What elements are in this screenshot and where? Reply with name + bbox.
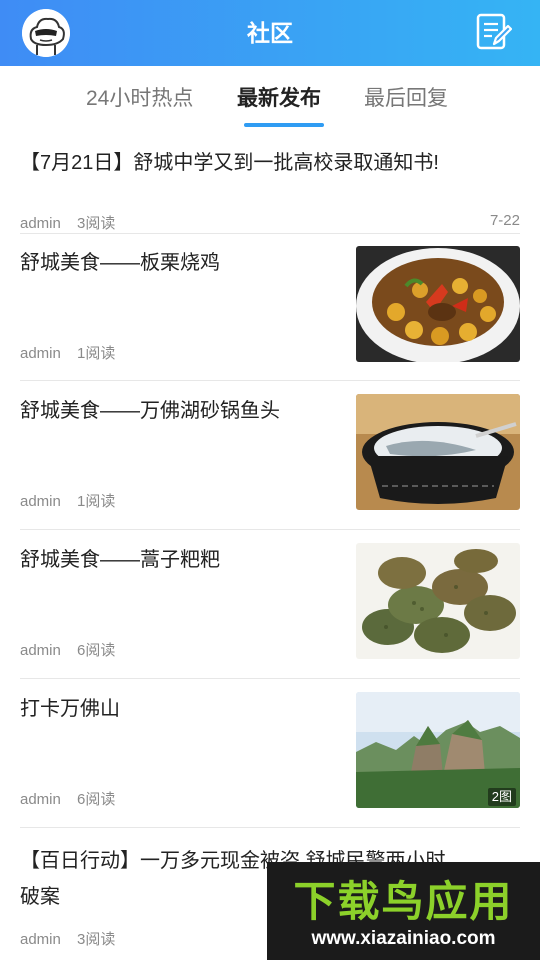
post-author: admin <box>20 791 61 808</box>
site-watermark: 下载鸟应用 www.xiazainiao.com <box>267 862 540 960</box>
tab-last-reply[interactable]: 最后回复 <box>364 84 448 114</box>
post-meta: admin 3阅读 <box>20 212 115 233</box>
post-read-count: 3阅读 <box>77 215 116 232</box>
post-thumbnail[interactable] <box>356 246 520 362</box>
post-thumbnail[interactable] <box>356 543 520 659</box>
post-date: 7-22 <box>489 212 520 229</box>
list-item[interactable]: 【7月21日】舒城中学又到一批高校录取通知书! admin 3阅读 7-22 <box>20 148 520 232</box>
watermark-url: www.xiazainiao.com <box>311 928 496 949</box>
image-count-badge: 2图 <box>487 788 516 806</box>
post-read-count: 6阅读 <box>77 642 116 659</box>
post-meta: admin 3阅读 <box>20 928 115 949</box>
post-author: admin <box>20 931 61 948</box>
post-meta: admin 1阅读 <box>20 342 115 363</box>
post-thumbnail[interactable]: 2图 <box>356 692 520 808</box>
post-title: 【7月21日】舒城中学又到一批高校录取通知书! <box>20 152 439 174</box>
divider <box>20 678 520 679</box>
list-item[interactable]: 舒城美食——蒿子粑粑 admin 6阅读 <box>20 543 520 659</box>
list-item[interactable]: 打卡万佛山 admin 6阅读 2图 <box>20 692 520 808</box>
braised-chicken-chestnut-photo <box>356 246 520 362</box>
page-title: 社区 <box>247 20 293 46</box>
tab-latest[interactable]: 最新发布 <box>237 84 321 114</box>
compose-button[interactable] <box>476 12 513 52</box>
divider <box>20 380 520 381</box>
post-author: admin <box>20 215 61 232</box>
post-thumbnail[interactable] <box>356 394 520 510</box>
active-tab-indicator <box>244 123 324 127</box>
post-meta: admin 1阅读 <box>20 490 115 511</box>
post-read-count: 6阅读 <box>77 791 116 808</box>
tab-bar: 24小时热点 最新发布 最后回复 <box>0 66 540 130</box>
post-meta: admin 6阅读 <box>20 788 115 809</box>
post-meta: admin 6阅读 <box>20 639 115 660</box>
watermark-text: 下载鸟应用 <box>293 878 514 925</box>
wormwood-cakes-photo <box>356 543 520 659</box>
post-read-count: 1阅读 <box>77 345 116 362</box>
fish-head-casserole-photo <box>356 394 520 510</box>
app-header: 社区 <box>0 0 540 66</box>
divider <box>20 233 520 234</box>
post-author: admin <box>20 493 61 510</box>
edit-note-icon <box>476 13 513 50</box>
post-read-count: 3阅读 <box>77 931 116 948</box>
tab-24h-hot[interactable]: 24小时热点 <box>86 84 193 114</box>
post-author: admin <box>20 345 61 362</box>
divider <box>20 827 520 828</box>
list-item[interactable]: 舒城美食——板栗烧鸡 admin 1阅读 <box>20 246 520 362</box>
divider <box>20 529 520 530</box>
post-read-count: 1阅读 <box>77 493 116 510</box>
post-author: admin <box>20 642 61 659</box>
list-item[interactable]: 舒城美食——万佛湖砂锅鱼头 admin 1阅读 <box>20 394 520 510</box>
